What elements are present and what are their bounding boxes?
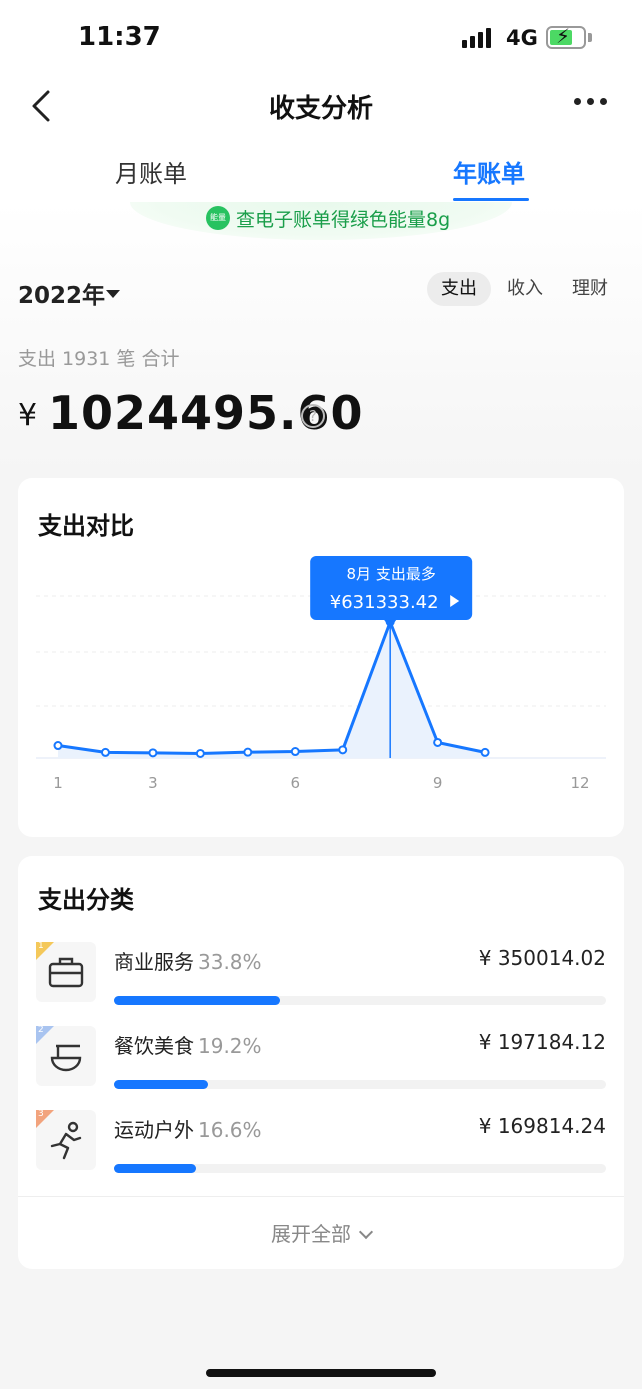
- category-name: 商业服务 33.8%: [114, 950, 262, 974]
- x-tick-label: 1: [53, 774, 63, 792]
- more-icon[interactable]: [574, 98, 614, 110]
- tooltip-title: 8月 支出最多: [347, 565, 436, 583]
- network-label: 4G: [506, 26, 538, 50]
- data-point: [243, 747, 253, 757]
- segment-expense[interactable]: 支出: [427, 272, 491, 306]
- compare-card: 支出对比 1 3 6 9 12 8月 支出最多 ¥631333.42: [18, 478, 624, 837]
- status-time: 11:37: [78, 22, 161, 52]
- category-amount: ¥ 350014.02: [478, 946, 606, 970]
- data-point: [195, 748, 205, 758]
- x-tick-label: 6: [290, 774, 300, 792]
- x-tick-label: 3: [148, 774, 158, 792]
- home-indicator: [206, 1369, 436, 1377]
- tab-monthly-bill[interactable]: 月账单: [115, 154, 187, 189]
- segment-finance[interactable]: 理财: [558, 272, 622, 306]
- bowl-icon: 2: [36, 1025, 96, 1086]
- data-point: [480, 747, 490, 757]
- runner-icon: 3: [36, 1109, 96, 1170]
- currency-symbol: ¥: [18, 398, 38, 433]
- chevron-down-icon: [358, 1224, 374, 1240]
- category-row[interactable]: 3 运动户外 16.6% ¥ 169814.24: [18, 1109, 624, 1194]
- data-point: [148, 748, 158, 758]
- category-percent: 16.6%: [198, 1118, 262, 1142]
- category-card: 支出分类 1 商业服务 33.8% ¥ 350014.02 2 餐饮美食 19.2%…: [18, 856, 624, 1269]
- data-point: [100, 747, 110, 757]
- x-tick-label: 9: [433, 774, 443, 792]
- data-point: [53, 741, 63, 751]
- caret-down-icon[interactable]: [106, 290, 120, 298]
- data-point: [290, 747, 300, 757]
- category-percent: 33.8%: [198, 950, 262, 974]
- divider: [18, 1196, 624, 1197]
- category-name: 运动户外 16.6%: [114, 1118, 262, 1142]
- category-percent: 19.2%: [198, 1034, 262, 1058]
- tab-active-indicator: [453, 198, 529, 201]
- tooltip-value: ¥631333.42: [330, 592, 439, 613]
- category-name: 餐饮美食 19.2%: [114, 1034, 262, 1058]
- nav-bar: 收支分析: [0, 78, 642, 134]
- energy-icon: 能量: [206, 206, 230, 230]
- tooltip-pointer: [384, 620, 397, 628]
- category-amount: ¥ 169814.24: [478, 1114, 606, 1138]
- category-row[interactable]: 1 商业服务 33.8% ¥ 350014.02: [18, 941, 624, 1026]
- data-point: [338, 745, 348, 755]
- energy-banner-text[interactable]: 查电子账单得绿色能量8g: [236, 205, 450, 232]
- category-row[interactable]: 2 餐饮美食 19.2% ¥ 197184.12: [18, 1025, 624, 1110]
- expense-line-chart: 1 3 6 9 12 8月 支出最多 ¥631333.42: [36, 556, 606, 792]
- year-selector[interactable]: 2022年: [18, 276, 105, 310]
- briefcase-icon: 1: [36, 941, 96, 1002]
- series-area: [58, 622, 486, 758]
- category-progress: [114, 1080, 606, 1089]
- category-amount: ¥ 197184.12: [478, 1030, 606, 1054]
- segment-income[interactable]: 收入: [493, 272, 557, 306]
- signal-icon: [462, 28, 491, 48]
- x-tick-label: 12: [570, 774, 589, 792]
- battery-icon: ⚡: [546, 24, 586, 49]
- category-title: 支出分类: [38, 886, 134, 914]
- help-icon[interactable]: ?: [301, 404, 325, 428]
- battery-tip: [588, 33, 592, 42]
- expand-all-button[interactable]: 展开全部: [18, 1218, 624, 1247]
- tab-bar: 月账单 年账单: [0, 134, 642, 202]
- category-progress: [114, 996, 606, 1005]
- page-title: 收支分析: [268, 94, 373, 124]
- summary-label: 支出 1931 笔 合计: [18, 348, 180, 370]
- category-progress: [114, 1164, 606, 1173]
- status-bar: 11:37 4G ⚡: [0, 0, 642, 78]
- tab-yearly-bill[interactable]: 年账单: [453, 154, 525, 189]
- data-point: [433, 737, 443, 747]
